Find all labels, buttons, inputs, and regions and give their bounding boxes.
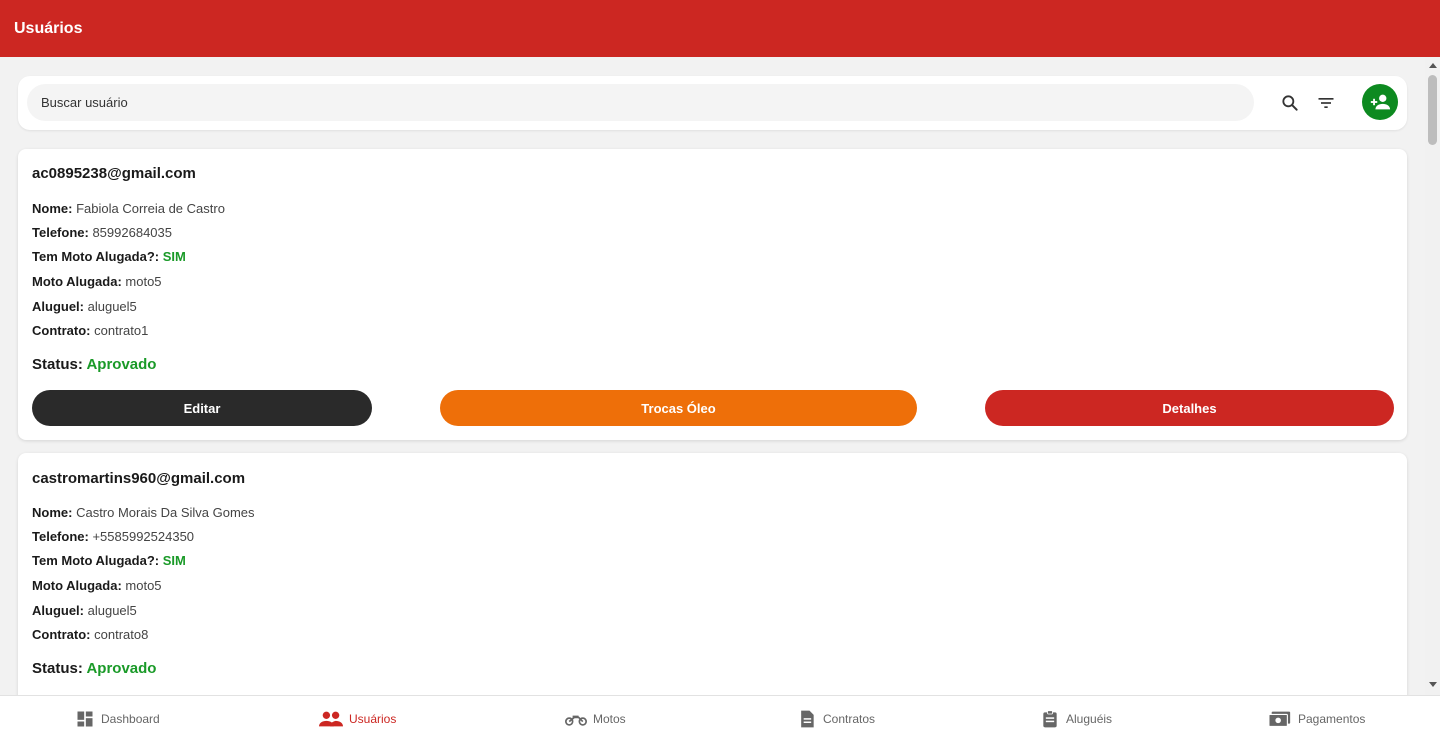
document-icon (801, 710, 814, 727)
scrollbar[interactable] (1425, 57, 1440, 695)
nav-item-pagamentos[interactable]: Pagamentos (1268, 696, 1365, 740)
field-moto: Moto Alugada: moto5 (32, 274, 162, 289)
clipboard-icon (1043, 709, 1057, 727)
filter-icon[interactable] (1312, 89, 1340, 117)
oil-changes-button[interactable]: Trocas Óleo (440, 390, 917, 426)
nav-item-contratos[interactable]: Contratos (797, 696, 875, 740)
user-card: castromartins960@gmail.com Nome: Castro … (18, 453, 1407, 695)
app-bar: Usuários (0, 0, 1440, 57)
add-user-icon (1370, 94, 1391, 110)
nav-item-usuarios[interactable]: Usuários (319, 696, 396, 740)
user-email: castromartins960@gmail.com (32, 470, 246, 487)
users-icon (319, 711, 343, 726)
details-button[interactable]: Detalhes (985, 390, 1394, 426)
nav-label: Usuários (349, 711, 397, 726)
field-telefone: Telefone: +5585992524350 (32, 529, 195, 544)
nav-item-motos[interactable]: Motos (565, 696, 626, 740)
user-card: ac0895238@gmail.com Nome: Fabiola Correi… (18, 149, 1407, 440)
status-badge: Aprovado (86, 660, 157, 677)
field-aluguel: Aluguel: aluguel5 (32, 603, 137, 618)
field-moto: Moto Alugada: moto5 (32, 578, 162, 593)
add-user-button[interactable] (1362, 84, 1398, 120)
search-bar (18, 76, 1407, 130)
field-tem-moto: Tem Moto Alugada?: SIM (32, 553, 186, 568)
field-contrato: Contrato: contrato1 (32, 323, 149, 338)
status-label: Status: Aprovado (32, 356, 157, 373)
edit-button[interactable]: Editar (32, 390, 372, 426)
field-tem-moto: Tem Moto Alugada?: SIM (32, 249, 186, 264)
field-aluguel: Aluguel: aluguel5 (32, 299, 137, 314)
scroll-thumb[interactable] (1428, 75, 1437, 145)
search-icon[interactable] (1276, 89, 1304, 117)
nav-label: Contratos (823, 711, 876, 726)
nav-label: Aluguéis (1066, 711, 1113, 726)
nav-item-alugueis[interactable]: Aluguéis (1040, 696, 1112, 740)
field-nome: Nome: Fabiola Correia de Castro (32, 201, 225, 216)
nav-label: Dashboard (101, 711, 160, 726)
payments-icon (1268, 711, 1291, 727)
bottom-nav: Dashboard Usuários Motos Contratos Alugu… (0, 695, 1440, 740)
field-telefone: Telefone: 85992684035 (32, 225, 172, 240)
motorcycle-icon (565, 715, 587, 726)
status-badge: Aprovado (86, 356, 157, 373)
field-contrato: Contrato: contrato8 (32, 627, 149, 642)
dashboard-icon (77, 711, 93, 726)
nav-label: Pagamentos (1298, 711, 1366, 726)
scroll-up-arrow[interactable] (1429, 63, 1437, 68)
search-input[interactable] (27, 84, 1254, 121)
field-nome: Nome: Castro Morais Da Silva Gomes (32, 505, 255, 520)
user-email: ac0895238@gmail.com (32, 165, 196, 182)
scroll-down-arrow[interactable] (1429, 682, 1437, 687)
page-title: Usuários (14, 19, 83, 37)
nav-item-dashboard[interactable]: Dashboard (75, 696, 160, 740)
nav-label: Motos (593, 711, 626, 726)
status-label: Status: Aprovado (32, 660, 157, 677)
main-content: ac0895238@gmail.com Nome: Fabiola Correi… (0, 57, 1425, 695)
